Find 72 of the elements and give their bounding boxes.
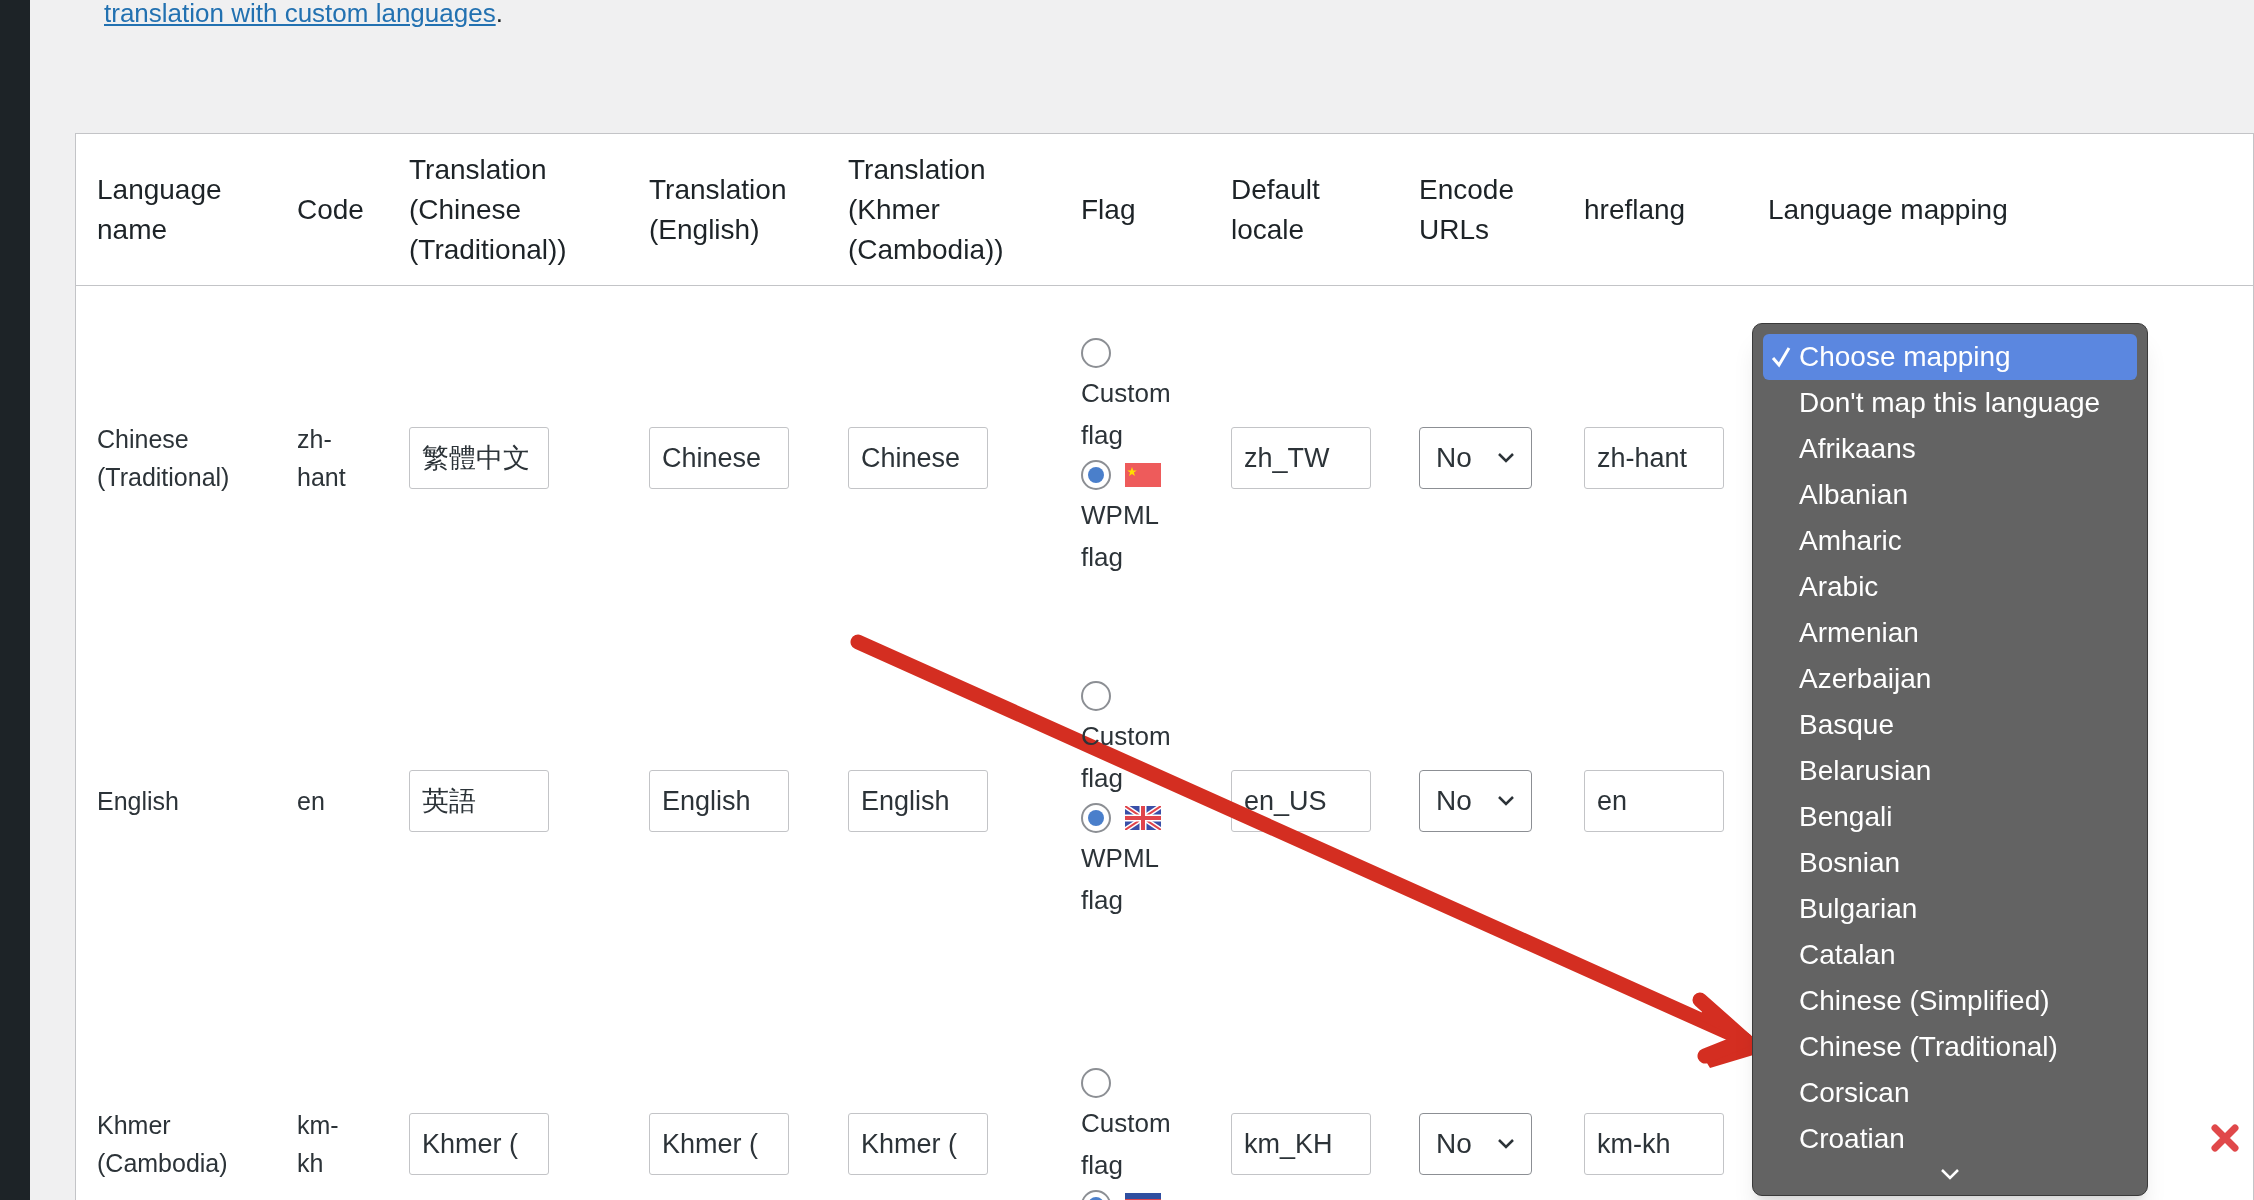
text-input[interactable]: en_US bbox=[1231, 769, 1371, 832]
radio-button[interactable] bbox=[1081, 1067, 1111, 1098]
column-header: Flag bbox=[1081, 192, 1137, 227]
language-code: en bbox=[297, 785, 326, 817]
chevron-down-icon bbox=[1497, 1137, 1515, 1150]
column-header: Translation (English) bbox=[649, 172, 788, 247]
mapping-option[interactable]: Croatian bbox=[1763, 1116, 2137, 1162]
mapping-option[interactable]: Choose mapping bbox=[1763, 334, 2137, 380]
mapping-option[interactable]: Don't map this language bbox=[1763, 380, 2137, 426]
mapping-option[interactable]: Chinese (Simplified) bbox=[1763, 978, 2137, 1024]
text-input[interactable]: 繁體中文 bbox=[409, 426, 549, 489]
column-header: Encode URLs bbox=[1419, 172, 1515, 247]
mapping-option[interactable]: Azerbaijan bbox=[1763, 656, 2137, 702]
text-input[interactable]: Khmer ( bbox=[848, 1112, 988, 1175]
text-input[interactable]: en bbox=[1584, 769, 1724, 832]
text-input[interactable]: Chinese bbox=[848, 426, 988, 489]
custom-languages-link[interactable]: translation with custom languages bbox=[104, 0, 496, 28]
mapping-option[interactable]: Bulgarian bbox=[1763, 886, 2137, 932]
language-name: English bbox=[97, 785, 180, 817]
mapping-option[interactable]: Basque bbox=[1763, 702, 2137, 748]
radio-button[interactable] bbox=[1081, 459, 1111, 490]
custom-flag-label: Custom flag bbox=[1081, 376, 1172, 452]
text-input[interactable]: English bbox=[848, 769, 988, 832]
china-flag-icon bbox=[1125, 462, 1161, 487]
delete-icon[interactable] bbox=[2211, 1123, 2239, 1152]
mapping-option[interactable]: Afrikaans bbox=[1763, 426, 2137, 472]
mapping-option[interactable]: Albanian bbox=[1763, 472, 2137, 518]
column-header: hreflang bbox=[1584, 192, 1687, 227]
text-input[interactable]: Khmer ( bbox=[409, 1112, 549, 1175]
mapping-option[interactable]: Chinese (Traditional) bbox=[1763, 1024, 2137, 1070]
uk-flag-icon bbox=[1125, 805, 1161, 830]
column-header: Language name bbox=[97, 172, 223, 247]
encode-urls-select[interactable]: No bbox=[1419, 1112, 1532, 1175]
language-code: km-kh bbox=[297, 1109, 340, 1179]
text-input[interactable]: zh-hant bbox=[1584, 426, 1724, 489]
custom-flag-label: Custom flag bbox=[1081, 719, 1172, 795]
scroll-down-chevron-icon bbox=[1940, 1168, 1960, 1180]
column-header: Default locale bbox=[1231, 172, 1321, 247]
text-input[interactable]: 英語 bbox=[409, 769, 549, 832]
mapping-option[interactable]: Belarusian bbox=[1763, 748, 2137, 794]
mapping-option[interactable]: Bosnian bbox=[1763, 840, 2137, 886]
language-name: Chinese (Traditional) bbox=[97, 423, 231, 493]
chevron-down-icon bbox=[1497, 794, 1515, 807]
text-input[interactable]: English bbox=[649, 769, 789, 832]
column-header: Translation (Khmer (Cambodia)) bbox=[848, 152, 1005, 267]
mapping-option[interactable]: Arabic bbox=[1763, 564, 2137, 610]
column-header: Translation (Chinese (Traditional)) bbox=[409, 152, 568, 267]
wpml-flag-label: WPML flag bbox=[1081, 841, 1160, 917]
encode-urls-select[interactable]: No bbox=[1419, 769, 1532, 832]
text-input[interactable]: km-kh bbox=[1584, 1112, 1724, 1175]
checkmark-icon bbox=[1771, 346, 1791, 368]
text-input[interactable]: Khmer ( bbox=[649, 1112, 789, 1175]
radio-button[interactable] bbox=[1081, 337, 1111, 368]
radio-button[interactable] bbox=[1081, 680, 1111, 711]
mapping-option[interactable]: Corsican bbox=[1763, 1070, 2137, 1116]
text-input[interactable]: km_KH bbox=[1231, 1112, 1371, 1175]
mapping-option[interactable]: Bengali bbox=[1763, 794, 2137, 840]
language-name: Khmer (Cambodia) bbox=[97, 1109, 229, 1179]
text-input[interactable]: zh_TW bbox=[1231, 426, 1371, 489]
encode-urls-select[interactable]: No bbox=[1419, 426, 1532, 489]
mapping-option[interactable]: Catalan bbox=[1763, 932, 2137, 978]
chevron-down-icon bbox=[1497, 451, 1515, 464]
link-suffix: . bbox=[495, 0, 503, 28]
language-code: zh-hant bbox=[297, 423, 347, 493]
mapping-option[interactable]: Armenian bbox=[1763, 610, 2137, 656]
custom-flag-label: Custom flag bbox=[1081, 1106, 1172, 1182]
wpml-flag-label: WPML flag bbox=[1081, 498, 1160, 574]
mapping-option[interactable]: Amharic bbox=[1763, 518, 2137, 564]
text-input[interactable]: Chinese bbox=[649, 426, 789, 489]
column-header: Code bbox=[297, 192, 365, 227]
radio-button[interactable] bbox=[1081, 802, 1111, 833]
column-header: Language mapping bbox=[1768, 192, 2009, 227]
